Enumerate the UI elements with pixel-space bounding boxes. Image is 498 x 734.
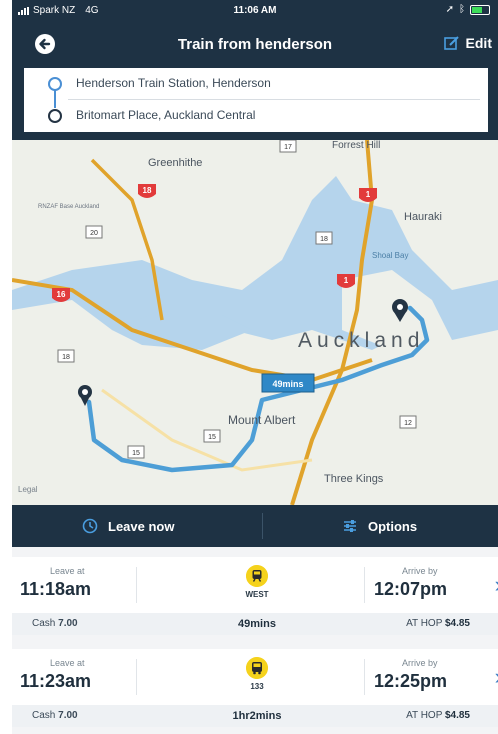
map-label-rnzaf: RNZAF Base Auckland: [38, 204, 99, 210]
road-shield-icon: 16: [52, 288, 70, 302]
arrive-time: 12:07pm: [374, 579, 448, 599]
map-label-city: Auckland: [298, 329, 424, 352]
map-label-hauraki: Hauraki: [404, 211, 442, 223]
map-legal-link[interactable]: Legal: [18, 485, 38, 494]
destination-field[interactable]: Britomart Place, Auckland Central: [76, 100, 255, 130]
sliders-icon: [344, 520, 356, 532]
hop-fare: AT HOP $4.85: [406, 710, 470, 721]
duration-badge-label: 49mins: [272, 379, 303, 389]
bluetooth-icon: ᛒ: [459, 4, 465, 15]
location-arrow-icon: ➚: [445, 4, 454, 15]
svg-text:15: 15: [132, 450, 140, 457]
trip-duration: 1hr2mins: [232, 710, 282, 722]
leave-time: 11:23am: [20, 671, 92, 691]
svg-text:1: 1: [344, 276, 349, 285]
route-label: WEST: [245, 590, 269, 599]
hop-fare: AT HOP $4.85: [406, 618, 470, 629]
clock-icon: [82, 518, 98, 534]
svg-text:1: 1: [366, 190, 371, 199]
trip-fares: Cash 7.00 49mins AT HOP $4.85: [12, 613, 498, 635]
road-shield-icon: 20: [85, 225, 103, 239]
map-canvas[interactable]: 49mins 18 1 1 16 20 17 18 18 12 15 15 Gr…: [12, 140, 498, 505]
trip-divider: [136, 567, 137, 603]
trip-summary[interactable]: Leave at 11:18am WEST Arrive by 12:07pm …: [12, 557, 498, 613]
map-label-shoal-bay: Shoal Bay: [372, 251, 408, 260]
bus-icon: [246, 657, 268, 679]
clock: 11:06 AM: [233, 5, 277, 16]
map-label-forrest-hill: Forrest Hill: [332, 140, 380, 151]
nav-bar: Train from henderson Edit: [12, 22, 498, 66]
map-label-greenhithe: Greenhithe: [148, 157, 202, 169]
road-shield-icon: 1: [359, 188, 377, 202]
destination-dot-icon: [48, 109, 62, 123]
route-box: Henderson Train Station, Henderson Brito…: [24, 68, 488, 132]
map-label-three-kings: Three Kings: [324, 473, 384, 485]
trip-divider: [364, 659, 365, 695]
trip-duration: 49mins: [238, 618, 276, 630]
trip-summary[interactable]: Leave at 11:23am 133 Arrive by 12:25pm ›: [12, 649, 498, 705]
origin-field[interactable]: Henderson Train Station, Henderson: [76, 68, 271, 98]
road-shield-icon: 15: [127, 445, 145, 459]
route-panel: Henderson Train Station, Henderson Brito…: [12, 66, 498, 140]
origin-dot-icon: [48, 77, 62, 91]
svg-text:17: 17: [284, 144, 292, 151]
action-bar: Leave now Options: [12, 505, 498, 547]
edit-label: Edit: [465, 35, 492, 51]
road-shield-icon: 12: [399, 415, 417, 429]
trip-divider: [364, 567, 365, 603]
road-shield-icon: 18: [57, 349, 75, 363]
leave-now-label: Leave now: [108, 518, 175, 534]
map-label-mount-albert: Mount Albert: [228, 413, 296, 427]
edit-icon: [443, 36, 459, 50]
cash-fare: Cash 7.00: [32, 710, 78, 721]
svg-text:16: 16: [57, 290, 66, 299]
route-label: 133: [250, 682, 264, 691]
svg-text:18: 18: [62, 354, 70, 361]
leave-time: 11:18am: [20, 579, 92, 599]
app-frame: Spark NZ 4G 11:06 AM ➚ ᛒ Train from hend…: [12, 0, 498, 734]
svg-text:12: 12: [404, 420, 412, 427]
edit-button[interactable]: Edit: [443, 35, 492, 51]
road-shield-icon: 18: [138, 184, 156, 198]
road-shield-icon: 15: [203, 429, 221, 443]
arrive-time: 12:25pm: [374, 671, 448, 691]
route-map[interactable]: 49mins 18 1 1 16 20 17 18 18 12 15 15 Gr…: [12, 140, 498, 505]
train-icon: [246, 565, 268, 587]
cash-fare: Cash 7.00: [32, 618, 78, 629]
trip-option[interactable]: Leave at 11:18am WEST Arrive by 12:07pm …: [12, 557, 498, 635]
battery-icon: [470, 4, 490, 15]
trip-divider: [136, 659, 137, 695]
duration-badge: 49mins: [261, 373, 315, 393]
arrive-label: Arrive by: [402, 566, 438, 576]
road-shield-icon: 18: [315, 231, 333, 245]
trip-option[interactable]: Leave at 11:23am 133 Arrive by 12:25pm ›…: [12, 649, 498, 727]
svg-text:18: 18: [143, 186, 152, 195]
options-button[interactable]: Options: [342, 505, 417, 547]
svg-text:18: 18: [320, 236, 328, 243]
arrive-label: Arrive by: [402, 658, 438, 668]
route-connector: [54, 90, 56, 108]
status-bar: Spark NZ 4G 11:06 AM ➚ ᛒ: [12, 0, 498, 22]
leave-label: Leave at: [50, 658, 85, 668]
road-shield-icon: 17: [279, 140, 297, 153]
leave-now-button[interactable]: Leave now: [82, 505, 174, 547]
trip-fares: Cash 7.00 1hr2mins AT HOP $4.85: [12, 705, 498, 727]
svg-text:15: 15: [208, 434, 216, 441]
action-divider: [262, 513, 263, 539]
options-label: Options: [368, 518, 418, 534]
leave-label: Leave at: [50, 566, 85, 576]
page-title: Train from henderson: [177, 36, 333, 53]
road-shield-icon: 1: [337, 274, 355, 288]
status-icons: ➚ ᛒ: [446, 4, 490, 15]
svg-text:20: 20: [90, 230, 98, 237]
